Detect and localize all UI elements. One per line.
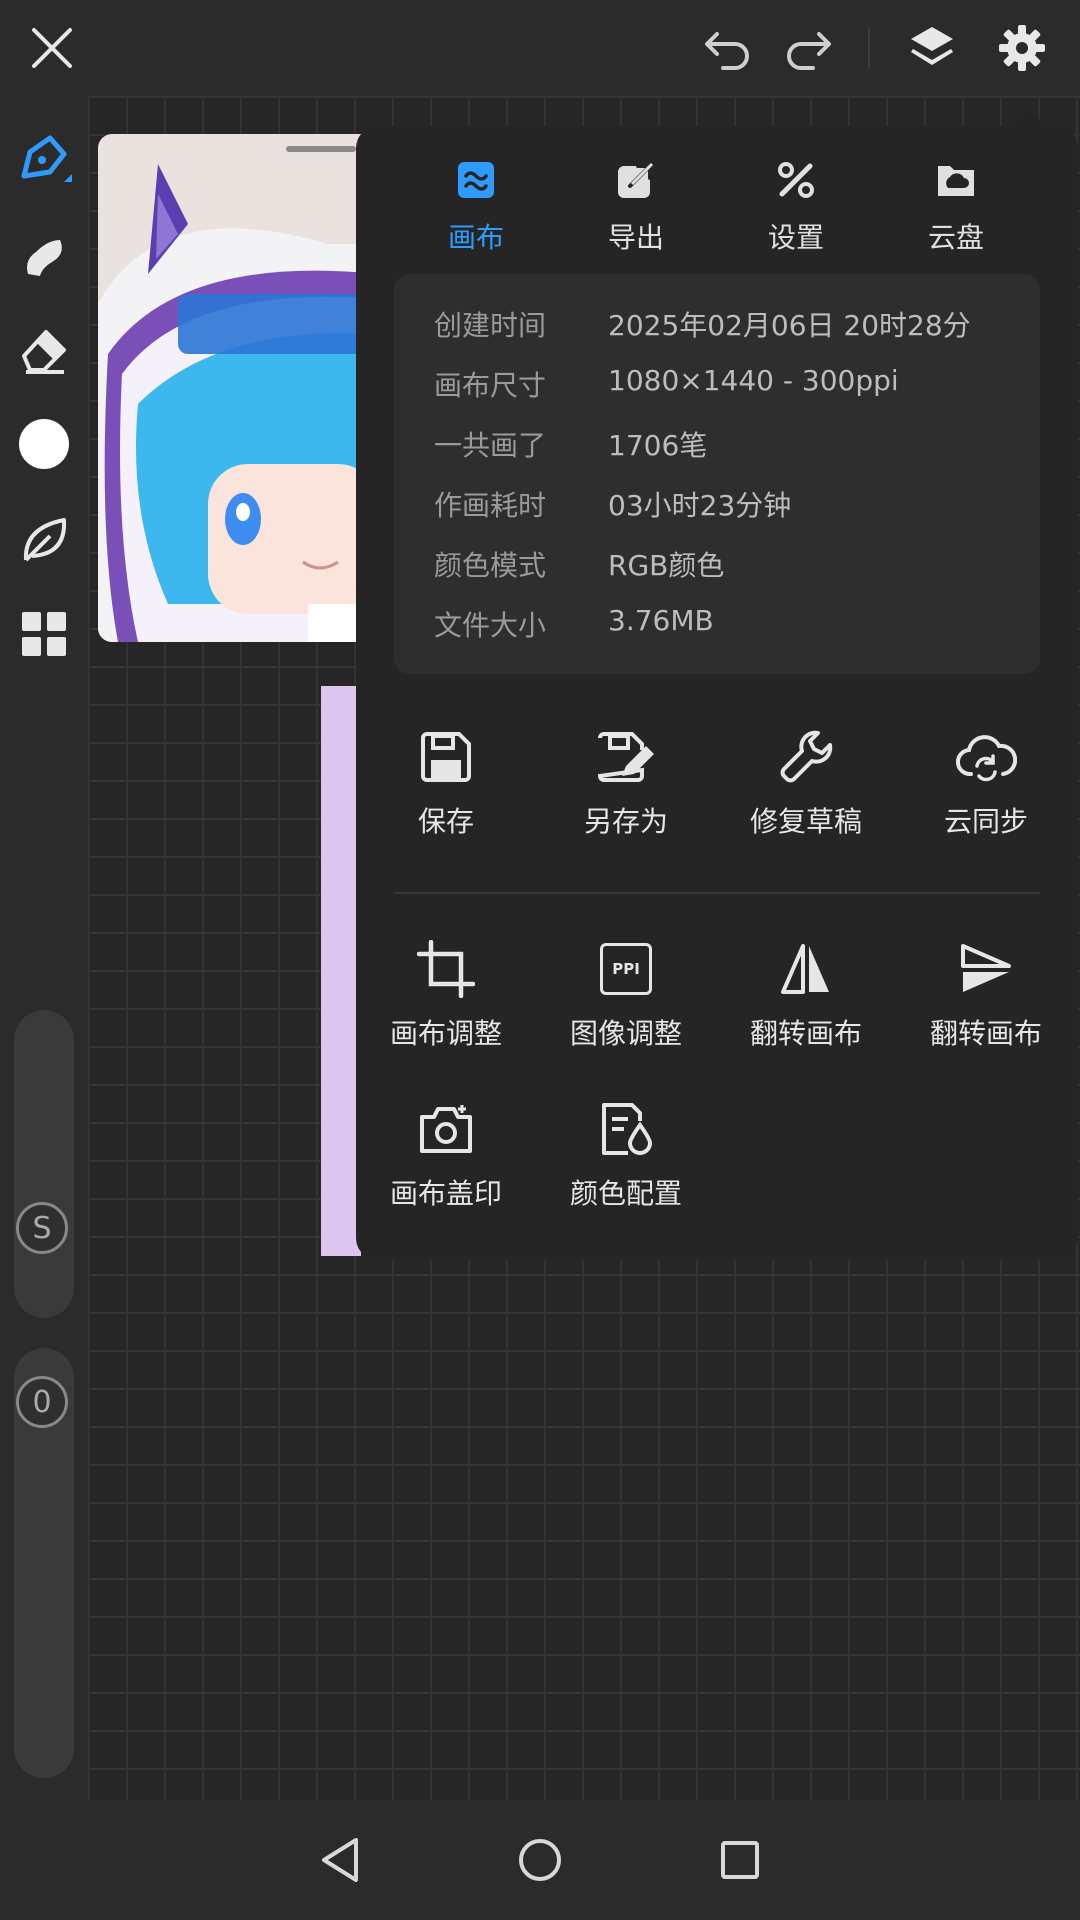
close-icon[interactable] (24, 20, 80, 76)
info-key: 作画耗时 (434, 489, 547, 522)
action-label: 翻转画布 (929, 1017, 1042, 1050)
top-toolbar (0, 0, 1080, 96)
flip-vertical-button[interactable]: 翻转画布 (896, 934, 1076, 1064)
color-swatch[interactable] (12, 412, 76, 476)
canvas-adjust-button[interactable]: 画布调整 (356, 934, 536, 1064)
brush-size-slider[interactable] (14, 1010, 74, 1318)
home-icon[interactable] (510, 1830, 570, 1890)
save-as-icon (591, 722, 661, 792)
system-nav-bar (0, 1800, 1080, 1920)
ppi-icon: PPI (591, 934, 661, 1004)
canvas-menu-panel: 画布 导出 设置 云盘 创建时间 2025年02月06日 20时28分 画布尺寸… (356, 126, 1078, 1260)
tab-settings[interactable]: 设置 (716, 150, 876, 270)
flip-horizontal-button[interactable]: 翻转画布 (716, 934, 896, 1064)
save-button[interactable]: 保存 (356, 722, 536, 852)
tab-label: 云盘 (927, 221, 984, 254)
action-label: 保存 (417, 805, 474, 838)
canvas-stamp-button[interactable]: 画布盖印 (356, 1094, 536, 1224)
leaf-icon[interactable] (12, 508, 76, 572)
save-icon (411, 722, 481, 792)
info-value: 2025年02月06日 20时28分 (608, 309, 971, 342)
info-key: 创建时间 (434, 309, 547, 342)
cloud-sync-icon (951, 722, 1021, 792)
tab-label: 设置 (767, 221, 824, 254)
undo-icon[interactable] (700, 20, 756, 76)
info-key: 画布尺寸 (434, 369, 547, 402)
opacity-label: 0 (32, 1384, 52, 1420)
canvas-handle[interactable] (286, 146, 356, 152)
cloud-sync-button[interactable]: 云同步 (896, 722, 1076, 852)
info-row: 一共画了 1706笔 (434, 424, 1034, 472)
info-value: 1080×1440 - 300ppi (608, 364, 899, 397)
flip-vertical-icon (951, 934, 1021, 1004)
info-value: 03小时23分钟 (608, 489, 792, 522)
info-key: 一共画了 (434, 429, 547, 462)
action-label: 画布调整 (389, 1017, 502, 1050)
canvas-icon (446, 150, 506, 210)
recents-icon[interactable] (710, 1830, 770, 1890)
opacity-knob[interactable]: 0 (16, 1376, 68, 1428)
flip-horizontal-icon (771, 934, 841, 1004)
eraser-icon[interactable] (12, 318, 76, 382)
layers-icon[interactable] (904, 20, 960, 76)
tab-cloud-drive[interactable]: 云盘 (876, 150, 1036, 270)
repair-draft-button[interactable]: 修复草稿 (716, 722, 896, 852)
info-value: RGB颜色 (608, 549, 725, 582)
wrench-icon (771, 722, 841, 792)
action-label: 翻转画布 (749, 1017, 862, 1050)
tab-canvas[interactable]: 画布 (396, 150, 556, 270)
action-label: 画布盖印 (389, 1177, 502, 1210)
toolbar-divider (868, 28, 870, 68)
info-key: 文件大小 (434, 609, 547, 642)
action-label: 另存为 (583, 805, 668, 838)
redo-icon[interactable] (780, 20, 836, 76)
info-row: 画布尺寸 1080×1440 - 300ppi (434, 364, 1034, 412)
grid-icon[interactable] (12, 602, 76, 666)
settings-tools-icon (766, 150, 826, 210)
tab-label: 导出 (607, 221, 664, 254)
gear-icon[interactable] (994, 20, 1050, 76)
image-adjust-button[interactable]: PPI 图像调整 (536, 934, 716, 1064)
pen-icon[interactable] (12, 128, 76, 192)
info-row: 作画耗时 03小时23分钟 (434, 484, 1034, 532)
panel-tabs: 画布 导出 设置 云盘 (356, 150, 1078, 270)
action-label: 修复草稿 (749, 805, 862, 838)
tab-label: 画布 (447, 221, 504, 254)
action-label: 图像调整 (569, 1017, 682, 1050)
tab-export[interactable]: 导出 (556, 150, 716, 270)
info-row: 创建时间 2025年02月06日 20时28分 (434, 304, 1034, 352)
crop-icon (411, 934, 481, 1004)
left-toolbar: S 0 (0, 96, 88, 1796)
save-as-button[interactable]: 另存为 (536, 722, 716, 852)
brush-size-knob[interactable]: S (16, 1202, 68, 1254)
export-icon (606, 150, 666, 210)
info-value: 1706笔 (608, 429, 708, 462)
ppi-icon-text: PPI (600, 943, 652, 995)
canvas-artwork[interactable] (98, 134, 378, 642)
info-row: 颜色模式 RGB颜色 (434, 544, 1034, 592)
panel-divider (394, 892, 1040, 894)
smudge-icon[interactable] (12, 224, 76, 288)
color-profile-icon (591, 1094, 661, 1164)
info-value: 3.76MB (608, 604, 714, 637)
cloud-drive-icon (926, 150, 986, 210)
info-row: 文件大小 3.76MB (434, 604, 1034, 652)
action-label: 云同步 (943, 805, 1028, 838)
action-label: 颜色配置 (569, 1177, 682, 1210)
panel-caret (1008, 108, 1048, 128)
info-key: 颜色模式 (434, 549, 547, 582)
color-profile-button[interactable]: 颜色配置 (536, 1094, 716, 1224)
brush-size-label: S (32, 1210, 52, 1246)
back-icon[interactable] (310, 1830, 370, 1890)
camera-icon (411, 1094, 481, 1164)
canvas-info-card: 创建时间 2025年02月06日 20时28分 画布尺寸 1080×1440 -… (394, 274, 1040, 674)
canvas-preview-strip (321, 686, 361, 1256)
